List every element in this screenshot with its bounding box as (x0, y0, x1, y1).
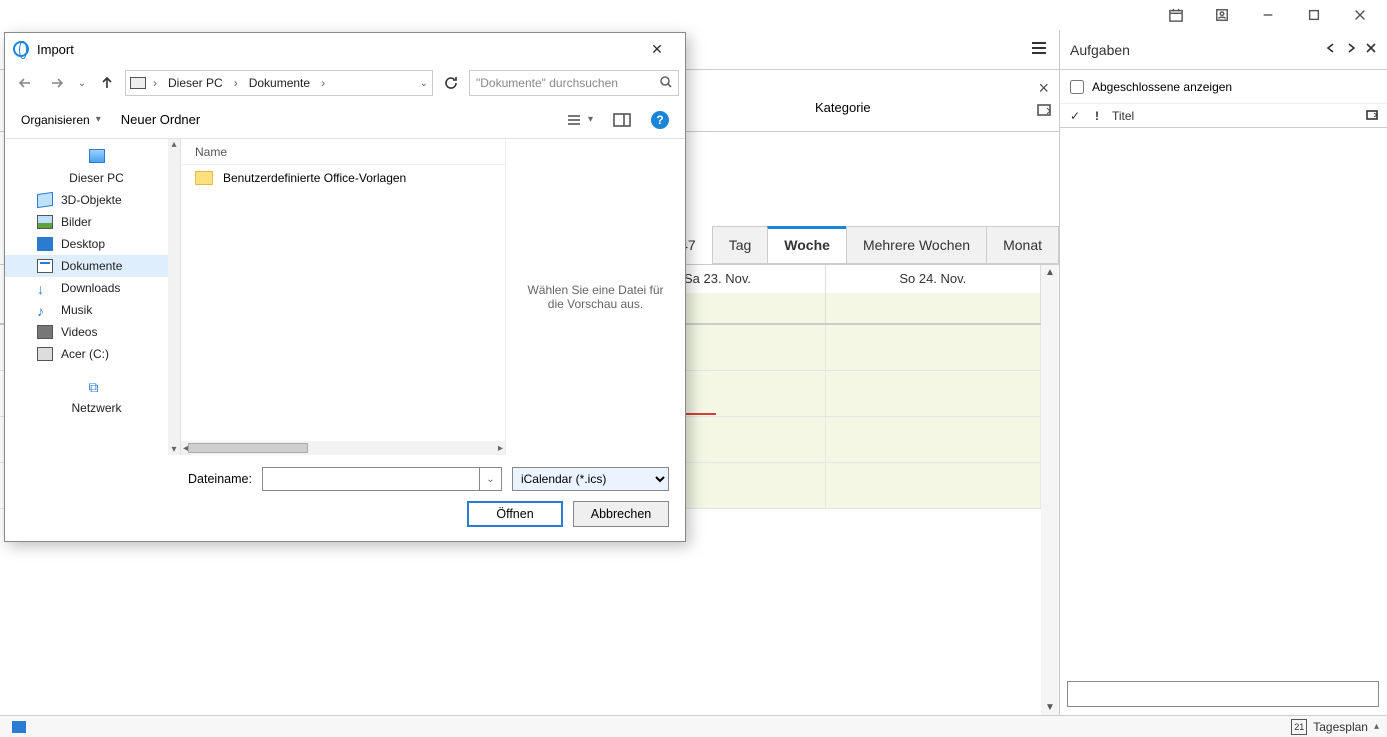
tree-item-documents[interactable]: Dokumente (5, 255, 180, 277)
breadcrumb[interactable]: › Dieser PC › Dokumente › ⌄ (125, 70, 433, 96)
today-icon[interactable]: 21 (1291, 719, 1307, 735)
tab-multi-week[interactable]: Mehrere Wochen (846, 226, 987, 264)
breadcrumb-segment[interactable]: Dokumente (245, 74, 314, 92)
refresh-button[interactable] (437, 69, 465, 97)
tree-item-videos[interactable]: Videos (5, 321, 180, 343)
dialog-close-button[interactable]: ✕ (637, 41, 677, 58)
category-label: Kategorie (815, 100, 871, 115)
drive-icon (130, 77, 146, 89)
contacts-icon[interactable] (1199, 0, 1245, 30)
status-bar: 21 Tagesplan ▴ (0, 715, 1387, 737)
import-dialog: Import ✕ ⌄ › Dieser PC › Dokumente › ⌄ (4, 32, 686, 542)
category-expand-icon[interactable] (1037, 104, 1051, 119)
tree-item-music[interactable]: ♪Musik (5, 299, 180, 321)
tab-week[interactable]: Woche (767, 226, 847, 264)
filename-input[interactable] (262, 467, 480, 491)
app-titlebar (0, 0, 1387, 30)
cancel-button[interactable]: Abbrechen (573, 501, 669, 527)
folder-icon (195, 171, 213, 185)
preview-pane: Wählen Sie eine Datei für die Vorschau a… (505, 139, 685, 455)
menu-button[interactable] (1019, 41, 1059, 58)
calendar-icon[interactable] (1153, 0, 1199, 30)
search-clear-icon[interactable]: × (1038, 78, 1049, 99)
day-header[interactable]: So 24. Nov. (826, 265, 1041, 293)
file-list[interactable]: Name Benutzerdefinierte Office-Vorlagen … (181, 139, 505, 455)
tree-item-drive-c[interactable]: Acer (C:) (5, 343, 180, 365)
tree-scrollbar[interactable]: ▴▾ (168, 139, 180, 455)
tree-item-pictures[interactable]: Bilder (5, 211, 180, 233)
dialog-title: Import (37, 42, 74, 57)
folder-tree[interactable]: Dieser PC 3D-Objekte Bilder Desktop Doku… (5, 139, 181, 455)
view-mode-button[interactable]: ▾ (567, 113, 593, 127)
file-list-scrollbar[interactable]: ◂▸ (181, 441, 505, 455)
tree-item-pc[interactable]: Dieser PC (5, 145, 180, 189)
minimize-button[interactable] (1245, 0, 1291, 30)
nav-forward-button[interactable] (43, 69, 71, 97)
preview-pane-button[interactable] (613, 113, 631, 127)
tagesplan-button[interactable]: Tagesplan (1313, 720, 1368, 734)
task-quick-add-input[interactable] (1067, 681, 1379, 707)
tab-day[interactable]: Tag (712, 226, 769, 264)
maximize-button[interactable] (1291, 0, 1337, 30)
nav-back-button[interactable] (11, 69, 39, 97)
breadcrumb-segment[interactable]: Dieser PC (164, 74, 227, 92)
close-window-button[interactable] (1337, 0, 1383, 30)
filetype-select[interactable]: iCalendar (*.ics) (512, 467, 669, 491)
chevron-right-icon: › (150, 76, 160, 90)
new-folder-button[interactable]: Neuer Ordner (121, 112, 200, 127)
filename-label: Dateiname: (188, 472, 252, 486)
tree-item-3d[interactable]: 3D-Objekte (5, 189, 180, 211)
breadcrumb-dropdown-icon[interactable]: ⌄ (420, 78, 428, 89)
status-app-icon (12, 721, 26, 733)
file-name: Benutzerdefinierte Office-Vorlagen (223, 171, 406, 185)
search-placeholder: "Dokumente" durchsuchen (476, 76, 660, 90)
tab-month[interactable]: Monat (986, 226, 1059, 264)
filename-dropdown-icon[interactable]: ⌄ (480, 467, 502, 491)
organize-button[interactable]: Organisieren▾ (21, 113, 101, 127)
chevron-right-icon: › (231, 76, 241, 90)
open-button[interactable]: Öffnen (467, 501, 563, 527)
nav-recent-dropdown[interactable]: ⌄ (75, 69, 89, 97)
view-tabs: Tag Woche Mehrere Wochen Monat (713, 226, 1059, 264)
help-button[interactable]: ? (651, 111, 669, 129)
chevron-up-icon[interactable]: ▴ (1374, 721, 1379, 732)
nav-up-button[interactable] (93, 69, 121, 97)
chevron-right-icon: › (318, 76, 328, 90)
file-item[interactable]: Benutzerdefinierte Office-Vorlagen (181, 165, 505, 191)
search-icon (660, 76, 672, 91)
tree-item-network[interactable]: ⧉Netzwerk (5, 375, 180, 419)
tree-item-desktop[interactable]: Desktop (5, 233, 180, 255)
search-box[interactable]: "Dokumente" durchsuchen (469, 70, 679, 96)
tree-item-downloads[interactable]: ↓Downloads (5, 277, 180, 299)
task-quick-add[interactable] (1067, 681, 1379, 707)
app-icon (13, 41, 29, 57)
column-name[interactable]: Name (195, 145, 227, 159)
calendar-scrollbar[interactable]: ▲▼ (1041, 265, 1059, 715)
